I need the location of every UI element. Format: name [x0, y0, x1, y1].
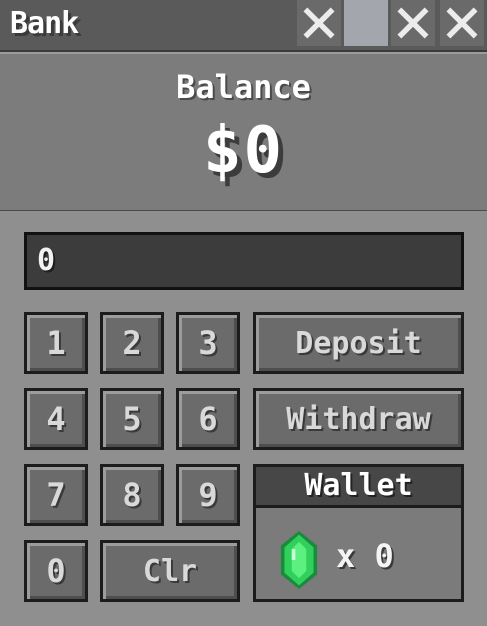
key-5[interactable]: 5: [100, 388, 164, 450]
key-8[interactable]: 8: [100, 464, 164, 526]
amount-input[interactable]: 0: [24, 232, 464, 290]
key-0[interactable]: 0: [24, 540, 88, 602]
key-9[interactable]: 9: [176, 464, 240, 526]
balance-panel: Balance $0: [0, 52, 487, 213]
close-button-3[interactable]: [440, 0, 484, 46]
close-icon: [397, 7, 429, 39]
key-2[interactable]: 2: [100, 312, 164, 374]
close-button-2[interactable]: [391, 0, 435, 46]
key-7[interactable]: 7: [24, 464, 88, 526]
withdraw-button[interactable]: Withdraw: [253, 388, 464, 450]
close-icon: [303, 7, 335, 39]
bank-window: Bank Balance $0 0 1 2 3 4 5 6 7 8 9 0 Cl…: [0, 0, 487, 626]
wallet-panel: Wallet x 0: [253, 464, 464, 602]
title-bar-blank-slot: [344, 0, 388, 46]
wallet-count: x 0: [336, 537, 394, 575]
emerald-icon: [280, 531, 318, 589]
deposit-button[interactable]: Deposit: [253, 312, 464, 374]
balance-label: Balance: [176, 68, 311, 106]
close-icon: [446, 7, 478, 39]
window-title: Bank: [10, 6, 79, 41]
clear-button[interactable]: Clr: [100, 540, 240, 602]
title-bar[interactable]: Bank: [0, 0, 487, 52]
wallet-title: Wallet: [256, 467, 461, 508]
balance-amount: $0: [202, 114, 285, 188]
key-1[interactable]: 1: [24, 312, 88, 374]
key-6[interactable]: 6: [176, 388, 240, 450]
key-4[interactable]: 4: [24, 388, 88, 450]
close-button[interactable]: [297, 0, 341, 46]
key-3[interactable]: 3: [176, 312, 240, 374]
